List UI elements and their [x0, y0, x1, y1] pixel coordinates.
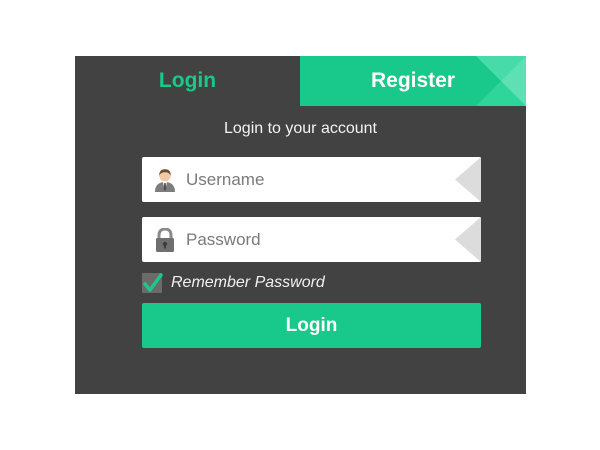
- remember-password-checkbox[interactable]: [142, 273, 163, 293]
- tab-login[interactable]: Login: [75, 56, 300, 106]
- tab-register[interactable]: Register: [300, 56, 526, 106]
- login-panel: Login Register Login to your account Use…: [75, 56, 526, 394]
- login-button-label: Login: [285, 314, 338, 336]
- tab-register-label: Register: [370, 69, 456, 92]
- password-input[interactable]: [186, 217, 426, 262]
- remember-password-option[interactable]: Remember Password: [142, 272, 325, 294]
- form-subtitle: Login to your account: [224, 120, 377, 137]
- username-input[interactable]: [186, 157, 426, 202]
- password-pointer-decoration: [455, 217, 481, 262]
- login-button[interactable]: Login: [142, 303, 481, 348]
- lock-icon: [154, 227, 176, 252]
- user-icon: [154, 168, 176, 192]
- password-field[interactable]: [142, 217, 481, 262]
- username-pointer-decoration: [455, 157, 481, 202]
- username-field[interactable]: [142, 157, 481, 202]
- remember-password-label: Remember Password: [171, 274, 325, 291]
- tab-login-label: Login: [158, 69, 217, 92]
- checkmark-icon: [143, 273, 163, 292]
